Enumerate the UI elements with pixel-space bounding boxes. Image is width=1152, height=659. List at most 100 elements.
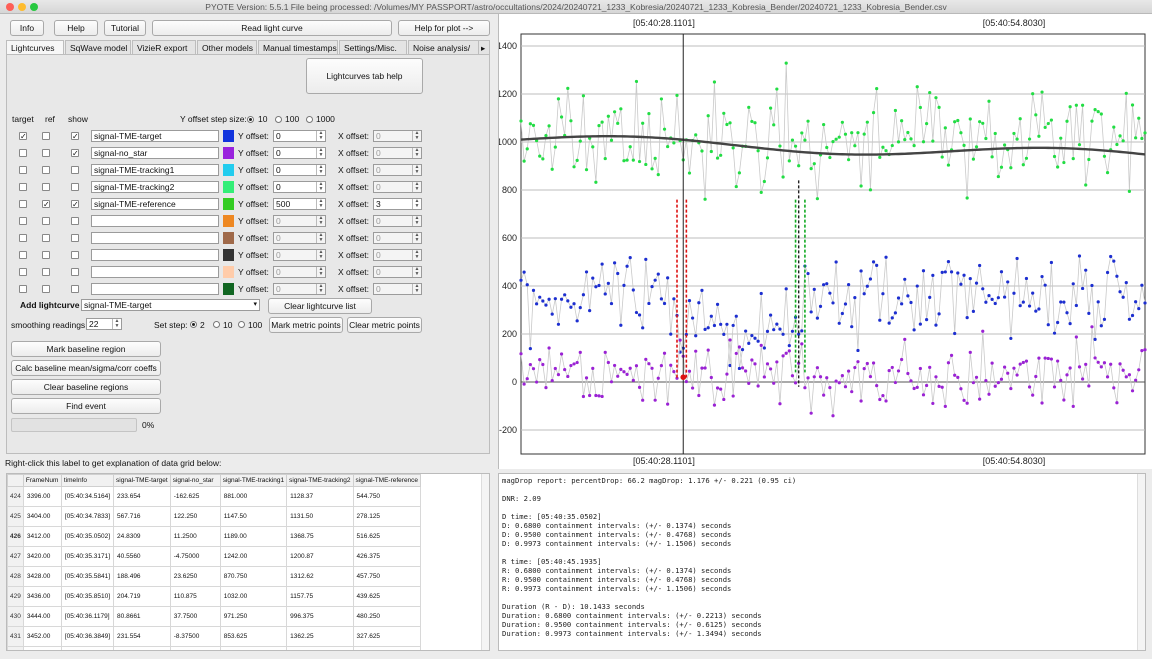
row-header[interactable]: 428: [7, 566, 24, 587]
table-cell[interactable]: [05:40:35.5841]: [60, 566, 115, 587]
color-swatch[interactable]: [223, 181, 234, 193]
spin-arrows-icon[interactable]: ▲ ▼: [412, 131, 421, 141]
spin-arrows-icon[interactable]: ▲ ▼: [316, 267, 325, 277]
table-cell[interactable]: 278.125: [352, 506, 422, 527]
lightcurve-plot-svg[interactable]: -200 0 200 400 600 800 1000 1200 1400 [05:40:28.1…: [497, 14, 1152, 469]
color-swatch[interactable]: [223, 266, 234, 278]
table-cell[interactable]: 1131.50: [286, 506, 354, 527]
show-checkbox[interactable]: ✓: [71, 200, 79, 209]
ref-checkbox[interactable]: [42, 166, 50, 174]
table-cell[interactable]: [05:40:34.7833]: [60, 506, 115, 527]
table-cell[interactable]: 457.750: [352, 566, 422, 587]
y-offset-spinbox[interactable]: 0 ▲ ▼: [273, 249, 326, 261]
grid-column-header[interactable]: signal-TME-tracking2: [286, 474, 354, 487]
x-offset-spinbox[interactable]: 0 ▲ ▼: [373, 249, 422, 261]
lightcurve-name-field[interactable]: signal-TME-tracking1: [91, 164, 219, 176]
table-cell[interactable]: 204.719: [113, 586, 171, 607]
table-cell[interactable]: 996.375: [286, 606, 354, 627]
table-cell[interactable]: [05:40:35.0502]: [60, 526, 115, 547]
table-cell[interactable]: 516.625: [352, 526, 422, 547]
x-offset-spinbox[interactable]: 0 ▲ ▼: [373, 266, 422, 278]
magdrop-report-text[interactable]: magDrop report: percentDrop: 66.2 magDro…: [498, 473, 1146, 651]
spin-arrows-icon[interactable]: ▲ ▼: [316, 199, 325, 209]
table-row[interactable]: 4323460.00[05:40:36.6518]60.262743.12501…: [7, 646, 422, 650]
spin-arrows-icon[interactable]: ▲ ▼: [412, 182, 421, 192]
smoothing-readings-spinbox[interactable]: 22 ▲ ▼: [86, 318, 122, 330]
tab-0[interactable]: Lightcurves: [6, 40, 64, 54]
table-cell[interactable]: 646.500: [352, 646, 422, 650]
table-row[interactable]: 430 3444.00 [05:40:36.1179] 80.8661 37.7500 9…: [7, 606, 422, 627]
table-cell[interactable]: 426.375: [352, 546, 422, 567]
data-grid-hint-label[interactable]: Right-click this label to get explanatio…: [5, 457, 221, 469]
table-cell[interactable]: [05:40:36.6518]: [60, 646, 115, 650]
table-cell[interactable]: 3396.00: [22, 486, 62, 507]
table-cell[interactable]: 1128.37: [286, 486, 354, 507]
lightcurve-name-field[interactable]: [91, 215, 219, 227]
color-swatch[interactable]: [223, 147, 234, 159]
lightcurve-name-field[interactable]: [91, 283, 219, 295]
spin-arrows-icon[interactable]: ▲ ▼: [412, 199, 421, 209]
spin-arrows-icon[interactable]: ▲ ▼: [412, 165, 421, 175]
grid-column-header[interactable]: signal-no_star: [169, 474, 221, 487]
spin-arrows-icon[interactable]: ▲ ▼: [412, 216, 421, 226]
spin-arrows-icon[interactable]: ▲ ▼: [112, 319, 121, 329]
show-checkbox[interactable]: [71, 251, 79, 259]
grid-column-header[interactable]: FrameNum: [22, 474, 62, 487]
x-offset-spinbox[interactable]: 0 ▲ ▼: [373, 232, 422, 244]
table-cell[interactable]: [05:40:34.5164]: [60, 486, 115, 507]
help-button[interactable]: Help: [54, 20, 98, 36]
table-row[interactable]: 425 3404.00 [05:40:34.7833] 567.716 122.250 1…: [7, 506, 422, 527]
close-window-icon[interactable]: [6, 3, 14, 11]
show-checkbox[interactable]: [71, 234, 79, 242]
lightcurve-plot[interactable]: -200 0 200 400 600 800 1000 1200 1400 [05:40:28.1…: [497, 14, 1152, 469]
table-cell[interactable]: [05:40:36.3849]: [60, 626, 115, 647]
y-offset-spinbox[interactable]: 0 ▲ ▼: [273, 147, 326, 159]
lightcurve-name-field[interactable]: signal-TME-reference: [91, 198, 219, 210]
table-row[interactable]: 428 3428.00 [05:40:35.5841] 188.496 23.6250 8…: [7, 566, 422, 587]
y-offset-spinbox[interactable]: 0 ▲ ▼: [273, 130, 326, 142]
row-header[interactable]: 426: [7, 526, 24, 547]
x-offset-spinbox[interactable]: 0 ▲ ▼: [373, 164, 422, 176]
target-checkbox[interactable]: [19, 166, 27, 174]
table-cell[interactable]: 3420.00: [22, 546, 62, 567]
table-row[interactable]: 429 3436.00 [05:40:35.8510] 204.719 110.875 1…: [7, 586, 422, 607]
table-row[interactable]: 424 3396.00 [05:40:34.5164] 233.654 -162.625…: [7, 486, 422, 507]
ref-checkbox[interactable]: ✓: [42, 200, 50, 209]
mark-metric-points-button[interactable]: Mark metric points: [269, 317, 343, 333]
table-row[interactable]: 427 3420.00 [05:40:35.3171] 40.5560 -4.75000…: [7, 546, 422, 567]
table-cell[interactable]: 3412.00: [22, 526, 62, 547]
ref-checkbox[interactable]: [42, 268, 50, 276]
table-cell[interactable]: 971.250: [219, 606, 288, 627]
table-cell[interactable]: 3436.00: [22, 586, 62, 607]
show-checkbox[interactable]: [71, 217, 79, 225]
x-offset-spinbox[interactable]: 3 ▲ ▼: [373, 198, 422, 210]
y-offset-spinbox[interactable]: 0 ▲ ▼: [273, 215, 326, 227]
color-swatch[interactable]: [223, 130, 234, 142]
table-cell[interactable]: 3460.00: [22, 646, 62, 650]
table-cell[interactable]: [05:40:35.3171]: [60, 546, 115, 567]
spin-arrows-icon[interactable]: ▲ ▼: [412, 250, 421, 260]
y-offset-spinbox[interactable]: 0 ▲ ▼: [273, 164, 326, 176]
table-cell[interactable]: 3444.00: [22, 606, 62, 627]
tab-4[interactable]: Manual timestamps: [258, 40, 338, 54]
calc-baseline-button[interactable]: Calc baseline mean/sigma/corr coeffs: [11, 360, 161, 376]
step-10-radio[interactable]: [247, 116, 254, 123]
grid-column-header[interactable]: signal-TME-tracking1: [219, 474, 288, 487]
set-step-10-radio[interactable]: [213, 321, 220, 328]
mark-baseline-region-button[interactable]: Mark baseline region: [11, 341, 161, 357]
x-offset-spinbox[interactable]: 0 ▲ ▼: [373, 283, 422, 295]
step-100-radio[interactable]: [275, 116, 282, 123]
table-cell[interactable]: 80.8661: [113, 606, 171, 627]
table-cell[interactable]: 110.875: [169, 586, 221, 607]
spin-arrows-icon[interactable]: ▲ ▼: [316, 250, 325, 260]
x-offset-spinbox[interactable]: 0 ▲ ▼: [373, 215, 422, 227]
table-cell[interactable]: 1410.50: [286, 646, 354, 650]
table-cell[interactable]: 544.750: [352, 486, 422, 507]
color-swatch[interactable]: [223, 249, 234, 261]
table-cell[interactable]: 1157.75: [286, 586, 354, 607]
target-checkbox[interactable]: [19, 251, 27, 259]
show-checkbox[interactable]: [71, 285, 79, 293]
show-checkbox[interactable]: ✓: [71, 132, 79, 141]
tab-scroll-arrow-icon[interactable]: ▸: [478, 40, 490, 54]
table-cell[interactable]: 1312.62: [286, 566, 354, 587]
